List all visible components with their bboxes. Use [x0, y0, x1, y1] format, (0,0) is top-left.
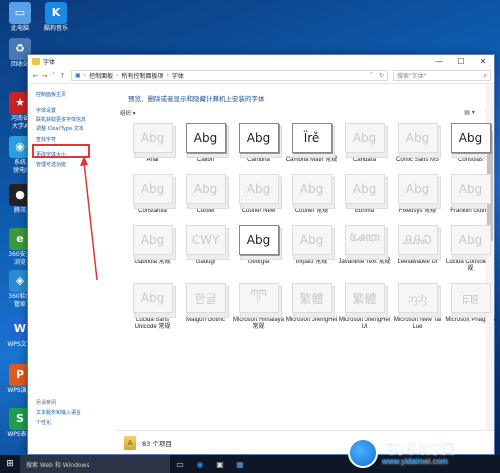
font-sample: ꦄꦧ: [349, 230, 380, 244]
font-sample: Abg: [246, 131, 271, 145]
taskbar-search-text: 搜索 Web 和 Windows: [26, 461, 90, 469]
font-sample: CWY: [191, 233, 220, 247]
font-sample: Abg: [140, 233, 165, 247]
font-sample: Abg: [193, 131, 218, 145]
font-preview-icon: Abg: [450, 123, 494, 158]
font-sample: Abg: [299, 233, 324, 247]
font-preview-icon: Abg: [291, 225, 335, 260]
font-sample: Abg: [246, 233, 271, 247]
explorer-icon[interactable]: ▦: [230, 455, 250, 473]
font-preview-icon: Abg: [132, 225, 176, 260]
task-view-icon[interactable]: ▭: [170, 455, 190, 473]
font-sample: 繁體: [352, 291, 377, 306]
font-preview-icon: Abg: [397, 123, 441, 158]
font-preview-icon: ꦄꦧ: [344, 225, 388, 260]
font-sample: ᦀᦁ: [407, 290, 428, 305]
watermark-logo-icon: [348, 438, 378, 468]
font-sample: ꡀꡁ: [462, 291, 479, 306]
font-preview-icon: 한글: [185, 283, 229, 318]
font-sample: ᎯᎯᏍ: [403, 232, 432, 247]
font-sample: Abg: [299, 182, 324, 196]
font-preview-icon: Abg: [185, 123, 229, 158]
font-preview-icon: Abg: [238, 174, 282, 209]
app-icon[interactable]: ▣: [210, 455, 230, 473]
watermark-url: www.yidaimei.com: [382, 457, 448, 466]
font-preview-icon: Abg: [238, 225, 282, 260]
font-preview-icon: Abg: [132, 123, 176, 158]
font-sample: ཀཁ: [250, 287, 267, 301]
windows-start-icon[interactable]: ⊞: [0, 459, 20, 469]
font-sample: 한글: [194, 291, 217, 306]
arrow-head: [80, 156, 88, 166]
font-preview-icon: 繁體: [344, 283, 388, 318]
font-sample: Abg: [193, 182, 218, 196]
font-sample: Abg: [140, 131, 165, 145]
font-sample: Abg: [246, 182, 271, 196]
font-preview-icon: Abg: [450, 225, 494, 260]
font-preview-icon: ᎯᎯᏍ: [397, 225, 441, 260]
font-sample: Abg: [140, 291, 165, 305]
font-sample: Abg: [140, 182, 165, 196]
font-preview-icon: Abg: [397, 174, 441, 209]
font-sample: 繁體: [299, 291, 324, 306]
font-preview-icon: Ïrě: [291, 123, 335, 158]
font-preview-icon: 繁體: [291, 283, 335, 318]
font-preview-icon: Abg: [132, 283, 176, 318]
watermark-title: 纯净系统家园: [382, 442, 455, 456]
arrow-line: [83, 161, 98, 281]
font-preview-icon: ཀཁ: [238, 283, 282, 318]
font-preview-icon: ᦀᦁ: [397, 283, 441, 318]
font-sample: Abg: [405, 182, 430, 196]
watermark: 纯净系统家园 www.yidaimei.com: [348, 434, 498, 472]
font-sample: Abg: [405, 131, 430, 145]
font-preview-icon: Abg: [291, 174, 335, 209]
font-preview-icon: Abg: [450, 174, 494, 209]
font-sample: Abg: [352, 131, 377, 145]
font-preview-icon: Abg: [344, 123, 388, 158]
font-preview-icon: Abg: [238, 123, 282, 158]
font-sample: Abg: [458, 182, 483, 196]
font-sample: Abg: [458, 233, 483, 247]
font-sample: Ïrě: [303, 131, 320, 145]
font-preview-icon: Abg: [344, 174, 388, 209]
font-preview-icon: CWY: [185, 225, 229, 260]
font-preview-icon: Abg: [132, 174, 176, 209]
font-preview-icon: ꡀꡁ: [450, 283, 494, 318]
font-preview-icon: Abg: [185, 174, 229, 209]
taskbar-search[interactable]: 搜索 Web 和 Windows: [20, 455, 170, 473]
font-sample: Abg: [352, 182, 377, 196]
font-sample: Abg: [458, 131, 483, 145]
browser-icon[interactable]: ◉: [190, 455, 210, 473]
